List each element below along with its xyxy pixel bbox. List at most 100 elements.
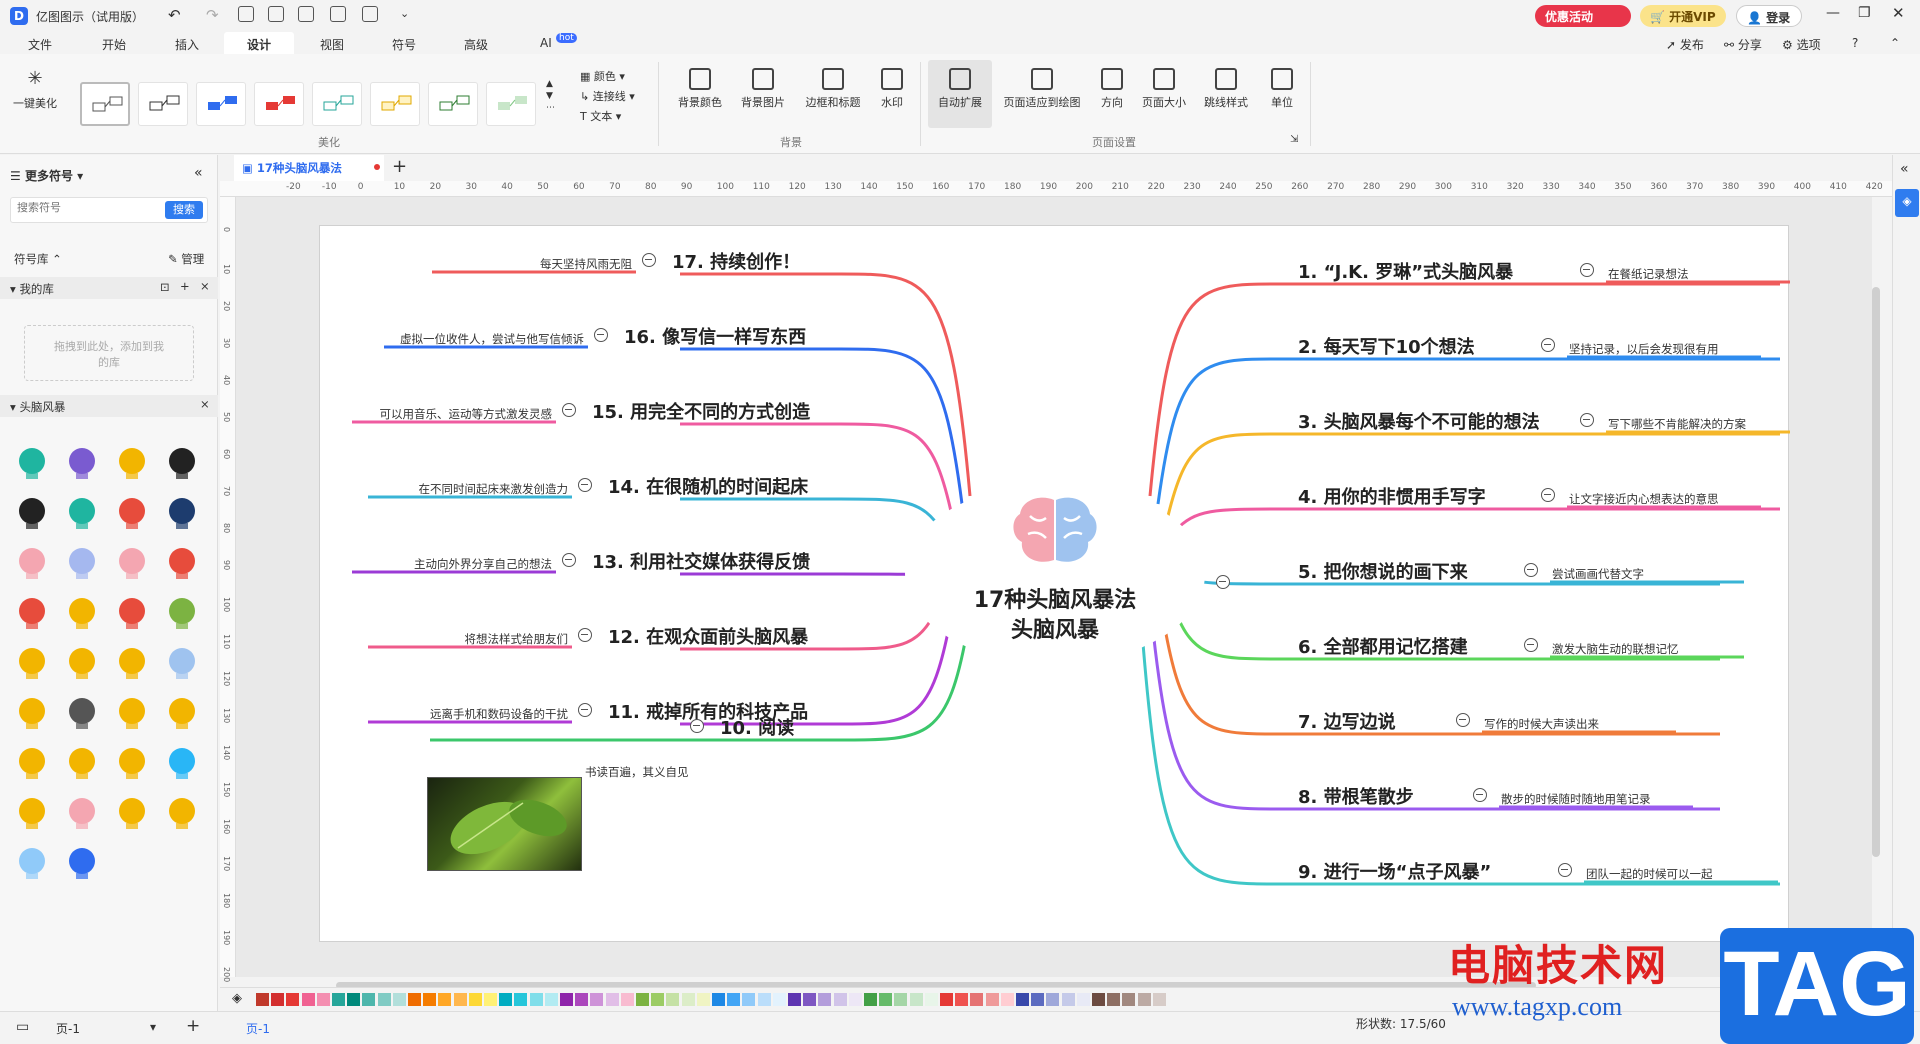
color-swatch[interactable] <box>575 993 589 1006</box>
brainstorm-symbol-icon[interactable] <box>12 443 52 483</box>
brainstorm-symbol-icon[interactable] <box>62 443 102 483</box>
brainstorm-symbol-icon[interactable] <box>62 693 102 733</box>
color-swatch[interactable] <box>879 993 893 1006</box>
color-swatch[interactable] <box>484 993 497 1006</box>
collapse-button[interactable] <box>562 403 576 417</box>
subtopic-left-12[interactable]: 将想法样式给朋友们 <box>465 631 569 647</box>
color-swatch[interactable] <box>848 993 862 1006</box>
format-panel-button[interactable]: ◈ <box>1895 189 1919 217</box>
color-dropdown[interactable]: ▦ 颜色 ▾ <box>580 68 625 84</box>
color-swatch[interactable] <box>651 993 665 1006</box>
menu-file[interactable]: 文件 <box>28 36 52 53</box>
symbol-search-input[interactable] <box>17 202 157 214</box>
direction-button[interactable]: 方向 <box>1092 68 1132 110</box>
brainstorm-symbol-icon[interactable] <box>12 493 52 533</box>
color-swatch[interactable] <box>514 993 528 1006</box>
collapse-button[interactable] <box>1456 713 1470 727</box>
bg-color-button[interactable]: 背景颜色 <box>670 68 730 110</box>
bg-image-button[interactable]: 背景图片 <box>733 68 793 110</box>
theme-8[interactable] <box>486 82 536 126</box>
menu-insert[interactable]: 插入 <box>175 36 199 53</box>
brainstorm-symbol-icon[interactable] <box>62 543 102 583</box>
subtopic-right-5[interactable]: 尝试画画代替文字 <box>1552 566 1644 582</box>
color-swatch[interactable] <box>788 993 801 1006</box>
auto-expand-button[interactable]: 自动扩展 <box>928 60 992 128</box>
restore-icon[interactable]: ❐ <box>1858 5 1871 21</box>
collapse-button[interactable] <box>1558 863 1572 877</box>
border-title-button[interactable]: 边框和标题 <box>798 68 868 110</box>
topic-right-1[interactable]: 1. “J.K. 罗琳”式头脑风暴 <box>1298 258 1513 284</box>
subtopic-right-1[interactable]: 在餐纸记录想法 <box>1608 266 1689 282</box>
color-swatch[interactable] <box>772 993 786 1006</box>
color-swatch[interactable] <box>332 993 345 1006</box>
jump-style-button[interactable]: 跳线样式 <box>1198 68 1254 110</box>
color-swatch[interactable] <box>1046 993 1060 1006</box>
vip-button[interactable]: 🛒 开通VIP <box>1640 5 1726 27</box>
subtopic-right-4[interactable]: 让文字接近内心想表达的意思 <box>1569 491 1719 507</box>
color-swatch[interactable] <box>712 993 725 1006</box>
topic-right-2[interactable]: 2. 每天写下10个想法 <box>1298 333 1475 359</box>
brainstorm-symbol-icon[interactable] <box>112 743 152 783</box>
one-key-beautify-button[interactable]: ✳ 一键美化 <box>8 68 62 111</box>
color-swatch[interactable] <box>727 993 741 1006</box>
search-button[interactable]: 搜索 <box>165 201 203 219</box>
topic-right-6[interactable]: 6. 全部都用记忆搭建 <box>1298 633 1468 659</box>
theme-6[interactable] <box>370 82 420 126</box>
color-swatch[interactable] <box>909 993 923 1006</box>
page-settings-expand-icon[interactable]: ⇲ <box>1290 134 1298 145</box>
color-swatch[interactable] <box>1092 993 1105 1006</box>
brainstorm-library-header[interactable]: ▾ 头脑风暴 × <box>0 395 218 417</box>
collapse-button[interactable] <box>594 328 608 342</box>
add-page-button[interactable]: + <box>186 1016 200 1036</box>
theme-5[interactable] <box>312 82 362 126</box>
menu-ai[interactable]: AI <box>540 36 552 50</box>
minimize-icon[interactable]: — <box>1826 5 1840 21</box>
fit-page-button[interactable]: 页面适应到绘图 <box>998 68 1086 110</box>
fill-bucket-icon[interactable]: ◈ <box>232 991 242 1006</box>
brainstorm-symbol-icon[interactable] <box>12 743 52 783</box>
collapse-button[interactable] <box>578 478 592 492</box>
color-swatch[interactable] <box>970 993 984 1006</box>
color-swatch[interactable] <box>833 993 847 1006</box>
brainstorm-symbol-icon[interactable] <box>162 793 202 833</box>
menu-home[interactable]: 开始 <box>102 36 126 53</box>
theme-1[interactable] <box>80 82 130 126</box>
brainstorm-symbol-icon[interactable] <box>12 593 52 633</box>
menu-view[interactable]: 视图 <box>320 36 344 53</box>
text-dropdown[interactable]: T 文本 ▾ <box>580 108 621 124</box>
topic-right-9[interactable]: 9. 进行一场“点子风暴” <box>1298 858 1491 884</box>
central-collapse-button[interactable] <box>1216 575 1230 589</box>
color-swatch[interactable] <box>818 993 832 1006</box>
brainstorm-symbol-icon[interactable] <box>112 793 152 833</box>
color-swatch[interactable] <box>392 993 406 1006</box>
collapse-sidebar-icon[interactable]: « <box>194 165 203 181</box>
color-swatch[interactable] <box>666 993 680 1006</box>
collapse-button[interactable] <box>1580 263 1594 277</box>
topic-right-3[interactable]: 3. 头脑风暴每个不可能的想法 <box>1298 408 1540 434</box>
open-folder-icon[interactable] <box>268 6 284 22</box>
collapse-button[interactable] <box>1541 488 1555 502</box>
color-swatch[interactable] <box>316 993 330 1006</box>
collapse-button[interactable] <box>562 553 576 567</box>
promo-button[interactable]: 优惠活动 <box>1535 5 1631 27</box>
brainstorm-symbol-icon[interactable] <box>112 643 152 683</box>
doc-tab[interactable]: ▣ 17种头脑风暴法 <box>234 155 384 181</box>
color-swatch[interactable] <box>1076 993 1090 1006</box>
new-file-icon[interactable] <box>238 6 254 22</box>
color-swatch[interactable] <box>1000 993 1014 1006</box>
topic-left-16[interactable]: 16. 像写信一样写东西 <box>624 323 806 349</box>
topic-right-7[interactable]: 7. 边写边说 <box>1298 708 1396 734</box>
menu-design-active[interactable]: 设计 <box>224 32 294 54</box>
color-swatch[interactable] <box>590 993 604 1006</box>
color-swatch[interactable] <box>605 993 619 1006</box>
drawing-page[interactable]: 17种头脑风暴法 头脑风暴 1. “J.K. 罗琳”式头脑风暴 在餐纸记录想法 2.… <box>319 225 1790 942</box>
theme-7[interactable] <box>428 82 478 126</box>
brainstorm-symbol-icon[interactable] <box>162 543 202 583</box>
library-header[interactable]: 符号库 ⌃ <box>14 251 62 267</box>
options-button[interactable]: ⚙ 选项 <box>1782 36 1821 53</box>
color-swatch[interactable] <box>924 993 938 1006</box>
color-swatch[interactable] <box>286 993 300 1006</box>
brainstorm-symbol-icon[interactable] <box>162 693 202 733</box>
subtopic-left-10[interactable]: 书读百遍，其义自见 <box>585 764 689 780</box>
color-swatch[interactable] <box>1107 993 1121 1006</box>
